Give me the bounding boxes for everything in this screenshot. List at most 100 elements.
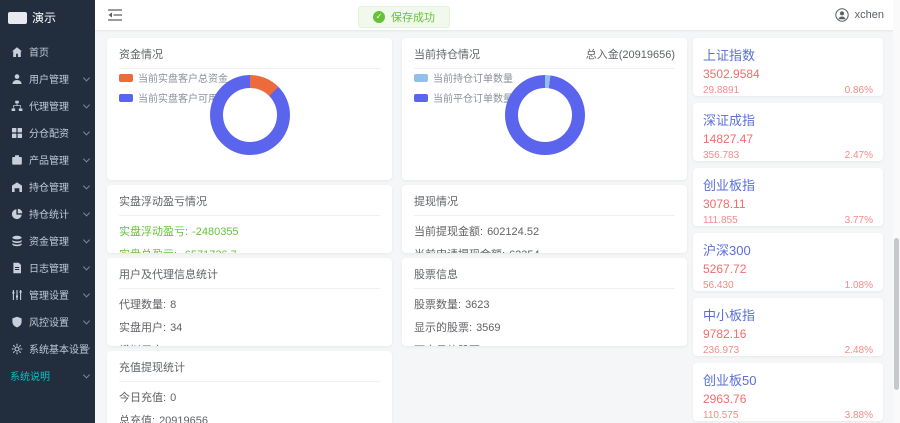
logo-image — [8, 11, 27, 24]
stat-row: 实盘浮动盈亏: -2480355 — [119, 226, 239, 238]
users-icon — [10, 73, 24, 85]
chevron-down-icon — [82, 235, 91, 244]
sidebar-item-position-stats[interactable]: 持仓统计 — [0, 200, 95, 227]
index-name: 深证成指 — [703, 113, 756, 128]
index-change: 236.973 — [703, 345, 740, 356]
index-value: 3078.11 — [703, 197, 746, 211]
index-pct: 1.08% — [844, 280, 873, 291]
card-user-agent-stats: 用户及代理信息统计 代理数量:8 实盘用户:34 模拟用户:7 — [107, 258, 392, 346]
index-name: 沪深300 — [703, 243, 751, 258]
sliders-icon — [10, 289, 24, 301]
stat-row: 股票数量: 3623 — [414, 299, 490, 311]
sidebar-item-agent-mgmt[interactable]: 代理管理 — [0, 92, 95, 119]
grid-icon — [10, 127, 24, 139]
stat-row: 实盘用户: 34 — [119, 322, 183, 334]
index-pct: 2.47% — [844, 150, 873, 161]
index-name: 上证指数 — [703, 48, 756, 63]
index-card-shanghai: 上证指数 3502.9584 29.8891 0.86% — [693, 38, 883, 96]
index-change: 56.430 — [703, 280, 734, 291]
index-value: 5267.72 — [703, 262, 747, 276]
topbar: xchen — [95, 0, 900, 30]
index-pct: 3.77% — [844, 215, 873, 226]
sidebar-item-risk-settings[interactable]: 风控设置 — [0, 308, 95, 335]
index-change: 29.8891 — [703, 85, 740, 96]
legend-swatch-blue — [119, 93, 133, 102]
stat-row: 显示的股票: 3569 — [414, 322, 501, 334]
chevron-down-icon — [82, 289, 91, 298]
legend-item: 当前实盘客户总资金 — [119, 70, 238, 85]
username: xchen — [854, 9, 884, 21]
index-pct: 3.88% — [844, 410, 873, 421]
legend-swatch-orange — [119, 73, 133, 82]
index-card-csi300: 沪深300 5267.72 56.430 1.08% — [693, 233, 883, 291]
index-change: 110.575 — [703, 410, 739, 421]
market-indices-panel: 上证指数 3502.9584 29.8891 0.86% 深证成指 14827.… — [693, 38, 883, 423]
stat-row: 今日充值: 0 — [119, 392, 177, 404]
collapse-menu-button[interactable] — [107, 8, 123, 22]
index-value: 9782.16 — [703, 327, 747, 341]
index-value: 14827.47 — [703, 132, 754, 146]
sidebar-item-split-allocation[interactable]: 分仓配资 — [0, 119, 95, 146]
toast-message: 保存成功 — [391, 12, 435, 24]
stat-row: 可交易的股票:3563 — [414, 342, 675, 346]
card-stock-info: 股票信息 股票数量:3623 显示的股票:3569 可交易的股票:3563 — [402, 258, 687, 346]
briefcase-icon — [10, 154, 24, 166]
success-toast: ✓ 保存成功 — [358, 6, 450, 28]
legend-swatch-lightblue — [414, 73, 428, 82]
cards-grid: 资金情况 当前实盘客户总资金 当前实盘客户可用资金 当前持仓情况 总入金(209… — [107, 38, 687, 423]
stat-row: 模拟用户:7 — [119, 342, 380, 346]
position-legend: 当前持仓订单数量 当前平仓订单数量 — [414, 70, 513, 110]
sidebar-item-log-mgmt[interactable]: 日志管理 — [0, 254, 95, 281]
sidebar-item-system-description[interactable]: 系统说明 — [0, 362, 95, 389]
stat-row: 当前申请提现金额:62354 — [414, 246, 675, 253]
index-name: 中小板指 — [703, 308, 756, 323]
chevron-down-icon — [82, 127, 91, 136]
sidebar-item-position-mgmt[interactable]: 持仓管理 — [0, 173, 95, 200]
chevron-down-icon — [82, 181, 91, 190]
logo-text: 演示 — [32, 11, 57, 25]
card-title: 用户及代理信息统计 — [119, 269, 218, 281]
chevron-down-icon — [82, 154, 91, 163]
legend-item: 当前平仓订单数量 — [414, 90, 513, 105]
home-icon — [10, 46, 24, 58]
index-value: 2963.76 — [703, 392, 747, 406]
index-pct: 0.86% — [844, 85, 873, 96]
card-withdraw-situation: 提现情况 当前提现金额:602124.52 当前申请提现金额:62354 — [402, 185, 687, 253]
chevron-down-icon — [82, 262, 91, 271]
gear-icon — [10, 343, 24, 355]
sidebar-item-home[interactable]: 首页 — [0, 38, 95, 65]
card-title: 股票信息 — [414, 269, 458, 281]
app-logo[interactable]: 演示 — [0, 0, 95, 34]
main-area: xchen 资金情况 当前实盘客户总资金 当前实盘客户可用资金 当前持仓情况 总… — [95, 0, 900, 423]
legend-item: 当前持仓订单数量 — [414, 70, 513, 85]
stat-row: 总充值: 20919656 — [119, 415, 209, 423]
card-title: 提现情况 — [414, 196, 458, 208]
index-value: 3502.9584 — [703, 67, 760, 81]
index-pct: 2.48% — [844, 345, 873, 356]
chevron-down-icon — [82, 208, 91, 217]
index-change: 111.855 — [703, 215, 738, 226]
card-fund-situation: 资金情况 当前实盘客户总资金 当前实盘客户可用资金 — [107, 38, 392, 180]
chevron-down-icon — [82, 370, 91, 379]
card-title: 资金情况 — [119, 49, 163, 61]
sidebar-item-system-settings[interactable]: 系统基本设置 — [0, 335, 95, 362]
index-card-sme: 中小板指 9782.16 236.973 2.48% — [693, 298, 883, 356]
sidebar-item-product-mgmt[interactable]: 产品管理 — [0, 146, 95, 173]
menu-fold-icon — [108, 9, 122, 21]
avatar-icon — [834, 8, 849, 22]
sidebar-item-admin-settings[interactable]: 管理设置 — [0, 281, 95, 308]
card-floating-pnl: 实盘浮动盈亏情况 实盘浮动盈亏:-2480355 实盘总盈亏:-6571736.… — [107, 185, 392, 253]
user-menu[interactable]: xchen — [834, 8, 884, 22]
stat-row: 当前提现金额: 602124.52 — [414, 226, 540, 238]
legend-swatch-blue — [414, 93, 428, 102]
sidebar-item-user-mgmt[interactable]: 用户管理 — [0, 65, 95, 92]
fund-donut-chart — [209, 75, 290, 155]
sidebar: 演示 首页 用户管理 代理管理 分仓配资 产品管理 持仓管理 持仓统计 资金管理… — [0, 0, 95, 423]
coins-icon — [10, 235, 24, 247]
index-change: 356.783 — [703, 150, 740, 161]
sidebar-item-fund-mgmt[interactable]: 资金管理 — [0, 227, 95, 254]
warehouse-icon — [10, 181, 24, 193]
chevron-down-icon — [82, 73, 91, 82]
scrollbar-thumb[interactable] — [894, 238, 899, 390]
chevron-down-icon — [82, 100, 91, 109]
